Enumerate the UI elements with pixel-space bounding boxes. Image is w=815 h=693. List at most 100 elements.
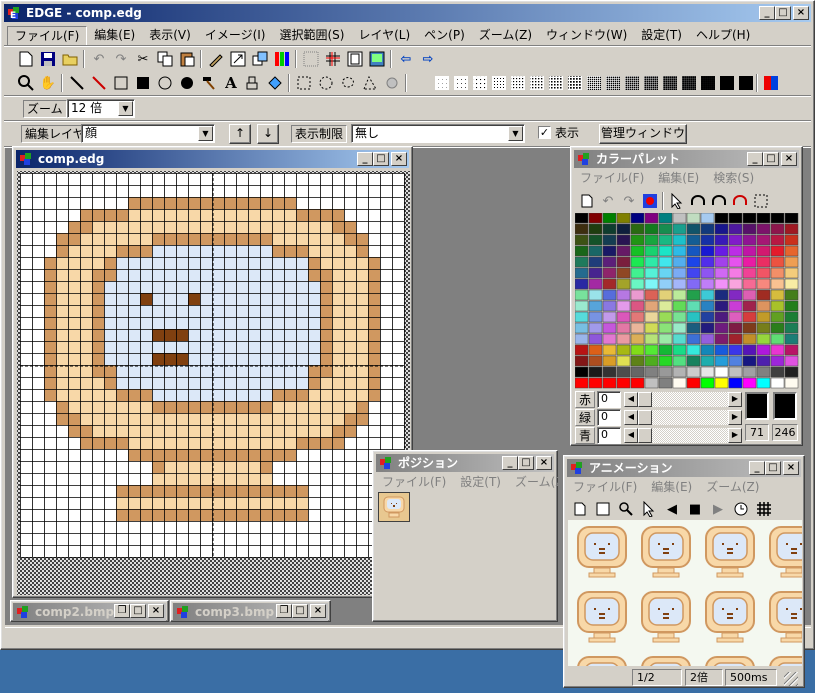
layer-select[interactable]: 顔 ▼ bbox=[81, 124, 215, 143]
redo-icon[interactable]: ↷ bbox=[619, 190, 639, 212]
channel-value[interactable]: 0 bbox=[597, 409, 621, 426]
slider-thumb[interactable] bbox=[638, 428, 652, 443]
color-bars-icon[interactable] bbox=[271, 48, 293, 70]
redo-icon[interactable]: ↷ bbox=[110, 48, 132, 70]
pointer-icon[interactable] bbox=[639, 498, 659, 520]
hand-tool-icon[interactable]: ✋ bbox=[37, 72, 59, 94]
close-button[interactable]: × bbox=[781, 152, 797, 166]
chevron-down-icon[interactable]: ▼ bbox=[508, 126, 523, 141]
restore-button[interactable]: ❐ bbox=[276, 604, 292, 618]
menu-edit[interactable]: 編集(E) bbox=[87, 26, 142, 46]
minimize-button[interactable]: _ bbox=[502, 456, 518, 470]
palette-color-icon[interactable] bbox=[640, 190, 660, 212]
pointer-icon[interactable] bbox=[667, 190, 687, 212]
copy-icon[interactable] bbox=[154, 48, 176, 70]
text-tool-icon[interactable]: A bbox=[220, 72, 242, 94]
line-tool-icon[interactable] bbox=[88, 72, 110, 94]
ellipse-tool-icon[interactable] bbox=[154, 72, 176, 94]
close-button[interactable]: × bbox=[391, 152, 407, 166]
channel-value[interactable]: 0 bbox=[597, 391, 621, 408]
slider-thumb[interactable] bbox=[638, 410, 652, 425]
maximize-button[interactable]: □ bbox=[775, 6, 791, 20]
close-button[interactable]: × bbox=[793, 6, 809, 20]
menu-window[interactable]: ウィンドウ(W) bbox=[539, 26, 634, 46]
gradient-rgb-icon[interactable] bbox=[730, 190, 750, 212]
new-frame-icon[interactable] bbox=[570, 498, 590, 520]
fill-tool-icon[interactable] bbox=[264, 72, 286, 94]
chevron-down-icon[interactable]: ▼ bbox=[118, 101, 133, 116]
layer-down-button[interactable]: ↓ bbox=[257, 124, 279, 144]
ellipse-select-icon[interactable] bbox=[315, 72, 337, 94]
palette-swatch-grid[interactable] bbox=[575, 213, 801, 389]
scroll-right-arrow-icon[interactable]: ▶ bbox=[728, 392, 742, 407]
gradient-icon[interactable] bbox=[709, 190, 729, 212]
filled-rect-tool-icon[interactable] bbox=[132, 72, 154, 94]
minimize-button[interactable]: _ bbox=[749, 461, 765, 475]
channel-slider[interactable]: ◀ ▶ bbox=[624, 428, 742, 443]
foreground-color-swatch[interactable] bbox=[745, 392, 769, 420]
manage-window-button[interactable]: 管理ウィンドウ bbox=[599, 124, 687, 144]
stop-icon[interactable]: ■ bbox=[685, 498, 705, 520]
minimized-window-comp3[interactable]: comp3.bmp ❐ □ × bbox=[170, 600, 331, 622]
frame-icon[interactable] bbox=[593, 498, 613, 520]
stamp-tool-icon[interactable] bbox=[242, 72, 264, 94]
zoom-tool-icon[interactable] bbox=[15, 72, 37, 94]
pencil-tool-icon[interactable] bbox=[66, 72, 88, 94]
maximize-button[interactable]: □ bbox=[763, 152, 779, 166]
pixel-art-canvas[interactable] bbox=[17, 171, 410, 595]
close-button[interactable]: × bbox=[783, 461, 799, 475]
film-icon[interactable] bbox=[344, 48, 366, 70]
new-file-icon[interactable] bbox=[15, 48, 37, 70]
maximize-button[interactable]: □ bbox=[373, 152, 389, 166]
dither-pattern-icon[interactable] bbox=[735, 72, 757, 94]
palette-menu-search[interactable]: 検索(S) bbox=[706, 169, 761, 187]
maximize-button[interactable]: □ bbox=[292, 604, 308, 618]
animation-menu-edit[interactable]: 編集(E) bbox=[644, 478, 699, 496]
menu-selection[interactable]: 選択範囲(S) bbox=[272, 26, 351, 46]
grid-icon[interactable] bbox=[754, 498, 774, 520]
close-button[interactable]: × bbox=[536, 456, 552, 470]
scroll-right-arrow-icon[interactable]: ▶ bbox=[728, 428, 742, 443]
menu-file[interactable]: ファイル(F) bbox=[7, 26, 88, 46]
paste-icon[interactable] bbox=[176, 48, 198, 70]
animation-preview[interactable] bbox=[568, 520, 802, 666]
layer-up-button[interactable]: ↑ bbox=[229, 124, 251, 144]
position-menu-settings[interactable]: 設定(T) bbox=[453, 473, 508, 491]
magic-wand-icon[interactable] bbox=[381, 72, 403, 94]
position-thumbnail[interactable] bbox=[378, 492, 410, 522]
slider-thumb[interactable] bbox=[638, 392, 652, 407]
menu-settings[interactable]: 設定(T) bbox=[634, 26, 689, 46]
channel-slider[interactable]: ◀ ▶ bbox=[624, 410, 742, 425]
minimize-button[interactable]: _ bbox=[759, 6, 775, 20]
open-folder-icon[interactable] bbox=[59, 48, 81, 70]
new-palette-icon[interactable] bbox=[577, 190, 597, 212]
resize-icon[interactable] bbox=[227, 48, 249, 70]
rectangle-tool-icon[interactable] bbox=[110, 72, 132, 94]
background-color-swatch[interactable] bbox=[773, 392, 797, 420]
show-checkbox[interactable]: ✓ bbox=[538, 126, 551, 139]
rect-select-icon[interactable] bbox=[293, 72, 315, 94]
channel-slider[interactable]: ◀ ▶ bbox=[624, 392, 742, 407]
select-range-icon[interactable] bbox=[751, 190, 771, 212]
close-button[interactable]: × bbox=[310, 604, 326, 618]
palette-menu-file[interactable]: ファイル(F) bbox=[573, 169, 651, 187]
close-button[interactable]: × bbox=[148, 604, 164, 618]
menu-zoom[interactable]: ズーム(Z) bbox=[472, 26, 539, 46]
menu-view[interactable]: 表示(V) bbox=[142, 26, 198, 46]
hammer-tool-icon[interactable] bbox=[198, 72, 220, 94]
scroll-left-arrow-icon[interactable]: ◀ bbox=[624, 410, 638, 425]
scroll-left-arrow-icon[interactable]: ◀ bbox=[624, 392, 638, 407]
minimized-window-comp2[interactable]: comp2.bmp ❐ □ × bbox=[10, 600, 169, 622]
chevron-down-icon[interactable]: ▼ bbox=[198, 126, 213, 141]
zoom-select[interactable]: 12 倍 ▼ bbox=[67, 99, 135, 118]
undo-icon[interactable]: ↶ bbox=[88, 48, 110, 70]
maximize-button[interactable]: □ bbox=[130, 604, 146, 618]
animation-menu-zoom[interactable]: ズーム(Z) bbox=[699, 478, 766, 496]
maximize-button[interactable]: □ bbox=[765, 461, 781, 475]
minimize-button[interactable]: _ bbox=[357, 152, 373, 166]
menu-image[interactable]: イメージ(I) bbox=[198, 26, 273, 46]
transform-icon[interactable] bbox=[249, 48, 271, 70]
color-swap-icon[interactable] bbox=[760, 72, 782, 94]
scroll-left-arrow-icon[interactable]: ◀ bbox=[624, 428, 638, 443]
polygon-select-icon[interactable] bbox=[359, 72, 381, 94]
